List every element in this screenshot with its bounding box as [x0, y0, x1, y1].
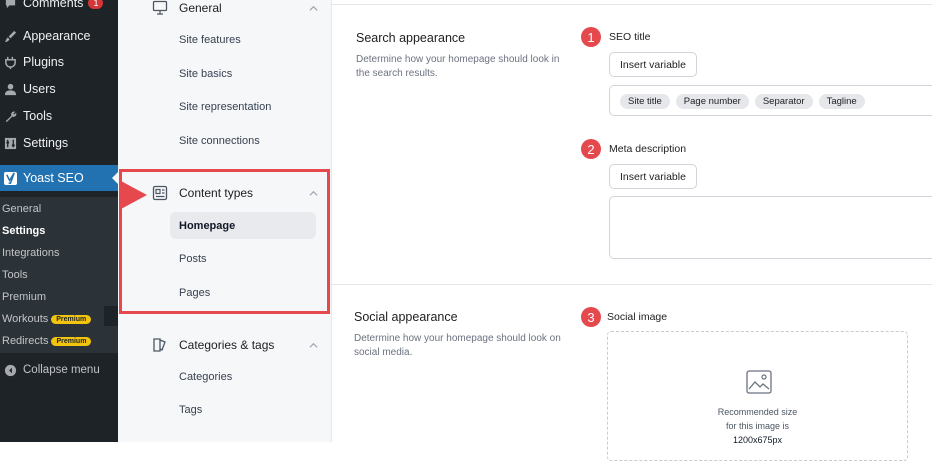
submenu-redirects-label: Redirects: [2, 335, 49, 347]
menu-tools[interactable]: Tools: [0, 103, 118, 129]
chevron-up-icon: [309, 5, 318, 11]
collapse-menu-label: Collapse menu: [23, 364, 100, 376]
menu-appearance-label: Appearance: [23, 29, 91, 43]
menu-plugins-label: Plugins: [23, 55, 64, 69]
submenu-integrations[interactable]: Integrations: [2, 247, 59, 259]
user-icon: [3, 82, 17, 96]
submenu-workouts-label: Workouts: [2, 313, 49, 325]
variable-chip[interactable]: Tagline: [818, 94, 865, 109]
menu-tools-label: Tools: [23, 109, 53, 123]
collapse-menu-button[interactable]: Collapse menu: [0, 357, 118, 383]
nav-categories[interactable]: Categories: [179, 371, 232, 383]
premium-badge: Premium: [51, 315, 92, 324]
social-appearance-description: Determine how your homepage should look …: [354, 333, 561, 358]
seo-title-input[interactable]: Site title Page number Separator Tagline: [609, 85, 932, 116]
desktop-icon: [152, 0, 168, 15]
premium-badge: Premium: [51, 337, 92, 346]
menu-yoast-label: Yoast SEO: [23, 171, 84, 185]
menu-users-label: Users: [23, 82, 56, 96]
menu-plugins[interactable]: Plugins: [0, 49, 118, 75]
nav-site-representation[interactable]: Site representation: [179, 101, 271, 113]
seo-title-variables: Site title Page number Separator Tagline: [610, 86, 932, 117]
yoast-logo-icon: [3, 171, 17, 185]
meta-description-textarea[interactable]: [609, 196, 932, 259]
submenu-tools[interactable]: Tools: [2, 269, 28, 281]
social-appearance-title: Social appearance: [354, 310, 458, 324]
submenu-workouts[interactable]: Workouts Premium: [2, 313, 92, 325]
variable-chip[interactable]: Site title: [620, 94, 670, 109]
step-number-2: 2: [581, 139, 601, 159]
comments-icon: [3, 0, 17, 10]
submenu-settings[interactable]: Settings: [2, 225, 45, 237]
variable-chip[interactable]: Separator: [754, 94, 813, 109]
chevron-up-icon: [309, 342, 318, 348]
search-appearance-title: Search appearance: [356, 31, 466, 45]
menu-shadow-block: [104, 306, 118, 326]
section-divider: [332, 284, 932, 285]
nav-site-features[interactable]: Site features: [179, 34, 241, 46]
step-number-3: 3: [581, 307, 601, 327]
paintbrush-icon: [3, 29, 17, 43]
settings-sliders-icon: [3, 136, 17, 150]
recommended-size-line3: 1200x675px: [732, 435, 783, 445]
comments-count-badge: 1: [88, 0, 104, 9]
menu-users[interactable]: Users: [0, 76, 118, 102]
main-content: Search appearance Determine how your hom…: [332, 0, 932, 461]
nav-group-general[interactable]: General: [152, 0, 318, 16]
pointer-arrow: [121, 181, 147, 209]
meta-insert-variable-button[interactable]: Insert variable: [609, 164, 697, 189]
tag-icon: [153, 338, 166, 352]
plug-icon: [3, 55, 17, 69]
wrench-icon: [3, 109, 17, 123]
menu-appearance[interactable]: Appearance: [0, 23, 118, 49]
collapse-arrow-icon: [3, 363, 17, 377]
submenu-redirects[interactable]: Redirects Premium: [2, 335, 92, 347]
variable-chip[interactable]: Page number: [675, 94, 749, 109]
nav-group-categories-tags-label: Categories & tags: [179, 338, 275, 352]
nav-site-connections[interactable]: Site connections: [179, 135, 260, 147]
submenu-premium[interactable]: Premium: [2, 291, 46, 303]
image-placeholder-icon: [746, 370, 772, 394]
menu-comments[interactable]: Comments 1: [0, 0, 118, 16]
top-divider: [332, 4, 932, 5]
menu-settings-label: Settings: [23, 136, 69, 150]
menu-settings[interactable]: Settings: [0, 130, 118, 156]
nav-tags[interactable]: Tags: [179, 404, 202, 416]
social-image-label: Social image: [607, 311, 668, 323]
wp-admin-menu: Comments 1 Appearance Plugins Users Tool…: [0, 0, 118, 442]
seo-title-label: SEO title: [609, 31, 651, 43]
nav-group-general-label: General: [179, 1, 222, 15]
yoast-submenu: General Settings Integrations Tools Prem…: [0, 197, 118, 353]
seo-title-insert-variable-button[interactable]: Insert variable: [609, 52, 697, 77]
search-appearance-description: Determine how your homepage should look …: [356, 54, 560, 79]
menu-yoast-seo[interactable]: Yoast SEO: [0, 165, 118, 191]
recommended-size-line2: for this image is: [725, 421, 790, 431]
step-number-1: 1: [581, 27, 601, 47]
nav-site-basics[interactable]: Site basics: [179, 68, 232, 80]
nav-group-categories-tags[interactable]: Categories & tags: [152, 337, 318, 353]
submenu-general[interactable]: General: [2, 203, 41, 215]
menu-comments-label: Comments: [23, 0, 84, 10]
meta-description-label: Meta description: [609, 143, 687, 155]
recommended-size-line1: Recommended size: [717, 407, 798, 417]
content-types-highlight-box: [119, 169, 330, 314]
